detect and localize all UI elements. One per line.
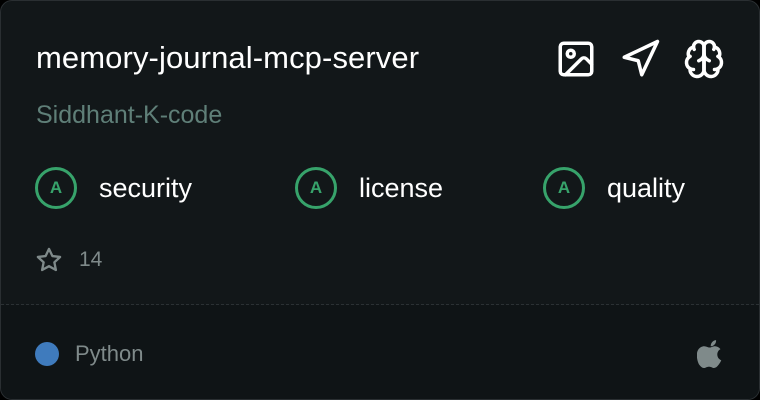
- language-color-dot: [35, 342, 59, 366]
- send-icon[interactable]: [619, 38, 661, 80]
- score-label: quality: [607, 173, 686, 203]
- apple-icon: [696, 339, 725, 369]
- grade-badge: A: [35, 167, 77, 209]
- language-name: Python: [75, 341, 144, 366]
- score-label: license: [359, 173, 444, 203]
- image-icon[interactable]: [555, 38, 597, 80]
- grade-badge: A: [543, 167, 585, 209]
- repo-title[interactable]: memory-journal-mcp-server: [36, 39, 419, 77]
- card-actions: [555, 38, 725, 80]
- license-score[interactable]: A license: [295, 164, 443, 212]
- grade-badge: A: [295, 167, 337, 209]
- star-icon: [36, 247, 62, 272]
- server-card[interactable]: memory-journal-mcp-server Siddhant-K-cod…: [0, 0, 760, 400]
- star-count: 14: [35, 245, 102, 275]
- repo-owner[interactable]: Siddhant-K-code: [36, 99, 222, 131]
- security-score[interactable]: A security: [35, 164, 192, 212]
- stars-value: 14: [79, 248, 103, 271]
- card-footer: Python: [1, 305, 759, 399]
- language-indicator: Python: [35, 341, 144, 367]
- brain-icon[interactable]: [683, 38, 725, 80]
- score-label: security: [99, 173, 193, 203]
- quality-score[interactable]: A quality: [543, 164, 685, 212]
- score-row: A security A license A quality: [35, 164, 715, 212]
